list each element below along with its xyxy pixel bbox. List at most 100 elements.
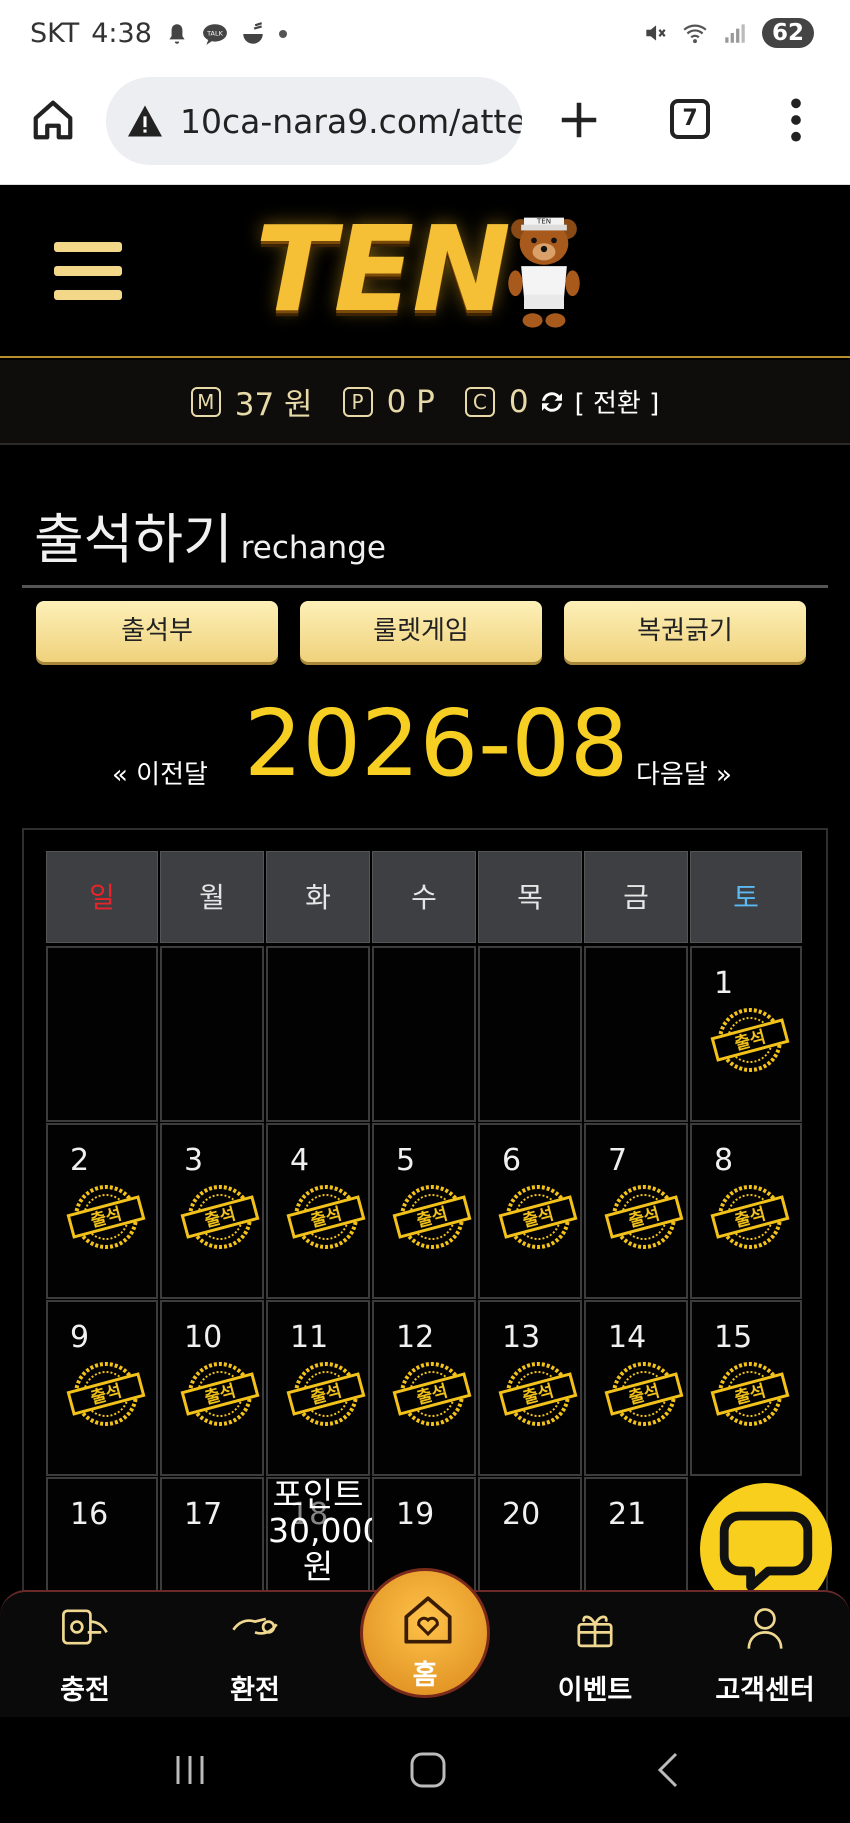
home-heart-icon (404, 1596, 452, 1644)
calendar-day-number: 2 (70, 1143, 90, 1178)
weekday-header: 화 (266, 851, 370, 943)
reward-label: 포인트 30,000 원 (268, 1475, 384, 1585)
reward-line: 30,000 (268, 1511, 384, 1550)
bowl-icon (243, 21, 263, 44)
nav-home[interactable]: 홈 (360, 1568, 490, 1698)
hamburger-menu-icon[interactable] (54, 242, 122, 300)
attendance-stamp-icon: 출석 (604, 1362, 684, 1426)
talk-icon: TALK (202, 23, 227, 45)
calendar-day-cell: 2 출석 (46, 1123, 158, 1299)
calendar-empty-cell (46, 946, 158, 1122)
next-month-link[interactable]: 다음달 » (636, 754, 732, 791)
calendar-day-cell: 10 출석 (160, 1300, 264, 1476)
point-badge: P (342, 386, 373, 417)
coin-badge: C (464, 386, 495, 417)
support-icon (747, 1608, 783, 1649)
calendar-day-number: 5 (396, 1143, 416, 1178)
calendar-day-number: 8 (714, 1143, 734, 1178)
calendar-day-cell: 5 출석 (372, 1123, 476, 1299)
more-menu-icon[interactable] (784, 95, 808, 145)
carrier-label: SKT (30, 18, 80, 49)
attendance-stamp-icon: 출석 (710, 1185, 790, 1249)
weekday-header: 금 (584, 851, 688, 943)
reward-line: 포인트 (272, 1475, 364, 1514)
calendar-day-cell: 3 출석 (160, 1123, 264, 1299)
nav-support[interactable]: 고객센터 (700, 1592, 830, 1719)
calendar-day-cell: 17 (160, 1477, 264, 1597)
calendar-day-cell: 1 출석 (690, 946, 802, 1122)
calendar-day-number: 7 (608, 1143, 628, 1178)
nav-event[interactable]: 이벤트 (530, 1592, 660, 1719)
attendance-stamp-icon: 출석 (392, 1362, 472, 1426)
gift-icon (577, 1615, 613, 1648)
calendar-day-number: 21 (608, 1497, 647, 1532)
svg-text:TEN: TEN (536, 216, 551, 225)
mute-icon (646, 25, 666, 41)
calendar-empty-cell (266, 946, 370, 1122)
url-bar[interactable]: 10ca-nara9.com/atte (106, 77, 522, 165)
tab-roulette[interactable]: 룰렛게임 (300, 601, 542, 662)
dot-icon (278, 29, 287, 38)
svg-text:TALK: TALK (206, 29, 224, 37)
attendance-stamp-icon: 출석 (66, 1362, 146, 1426)
nav-support-label: 고객센터 (715, 1675, 815, 1706)
calendar-day-cell: 12 출석 (372, 1300, 476, 1476)
back-icon[interactable] (650, 1750, 690, 1790)
calendar-day-number: 14 (608, 1320, 647, 1355)
calendar-day-cell: 14 출석 (584, 1300, 688, 1476)
attendance-stamp-icon: 출석 (180, 1362, 260, 1426)
calendar-day-cell: 8 출석 (690, 1123, 802, 1299)
calendar-empty-cell (160, 946, 264, 1122)
wifi-icon (683, 24, 707, 44)
weekday-header: 목 (478, 851, 582, 943)
switch-link[interactable]: [ 전환 ] (575, 383, 660, 420)
calendar-day-number: 11 (290, 1320, 329, 1355)
page-title: 출석하기 rechange (34, 495, 386, 574)
attendance-stamp-icon: 출석 (392, 1185, 472, 1249)
attendance-stamp-icon: 출석 (604, 1185, 684, 1249)
weekday-header: 토 (690, 851, 802, 943)
calendar-day-cell: 20 (478, 1477, 582, 1597)
page-subtitle: rechange (240, 530, 386, 566)
refresh-icon[interactable] (537, 387, 567, 417)
logo-text: TEN (255, 200, 511, 338)
exchange-icon (232, 1617, 278, 1635)
calendar-day-number: 12 (396, 1320, 435, 1355)
nav-charge-label: 충전 (60, 1675, 110, 1706)
calendar-day-number: 19 (396, 1497, 435, 1532)
site-logo[interactable]: TEN TEN (255, 200, 587, 338)
android-home-icon[interactable] (408, 1750, 448, 1790)
calendar-day-cell: 13 출석 (478, 1300, 582, 1476)
calendar-day-cell: 15 출석 (690, 1300, 802, 1476)
attendance-stamp-icon: 출석 (710, 1362, 790, 1426)
new-tab-icon[interactable] (556, 97, 602, 143)
nav-home-label: 홈 (412, 1660, 438, 1691)
prev-month-link[interactable]: « 이전달 (112, 754, 208, 791)
calendar-day-cell: 9 출석 (46, 1300, 158, 1476)
weekday-header: 일 (46, 851, 158, 943)
battery-indicator: 62 (761, 18, 814, 48)
browser-home-icon[interactable] (30, 97, 76, 143)
attendance-stamp-icon: 출석 (66, 1185, 146, 1249)
recents-icon[interactable] (170, 1750, 210, 1790)
calendar-day-number: 15 (714, 1320, 753, 1355)
nav-charge[interactable]: 충전 (20, 1592, 150, 1719)
calendar-day-cell: 4 출석 (266, 1123, 370, 1299)
calendar-empty-cell (372, 946, 476, 1122)
calendar-day-number: 6 (502, 1143, 522, 1178)
status-bar: SKT 4:38 TALK 62 (0, 0, 850, 75)
nav-exchange[interactable]: 환전 (190, 1592, 320, 1719)
calendar-day-cell: 11 출석 (266, 1300, 370, 1476)
bell-icon (169, 23, 185, 44)
nav-exchange-label: 환전 (230, 1675, 280, 1706)
attendance-stamp-icon: 출석 (286, 1362, 366, 1426)
calendar-day-cell: 18 포인트 30,000 원 (266, 1475, 384, 1597)
tab-attendance[interactable]: 출석부 (36, 601, 278, 662)
point-value: 0 P (386, 383, 435, 420)
calendar-day-number: 4 (290, 1143, 310, 1178)
bear-mascot-icon: TEN (508, 216, 580, 328)
calendar-day-cell: 7 출석 (584, 1123, 688, 1299)
tab-lottery[interactable]: 복권긁기 (564, 601, 806, 662)
warning-icon (128, 105, 162, 137)
tab-switcher-button[interactable]: 7 (670, 99, 710, 139)
